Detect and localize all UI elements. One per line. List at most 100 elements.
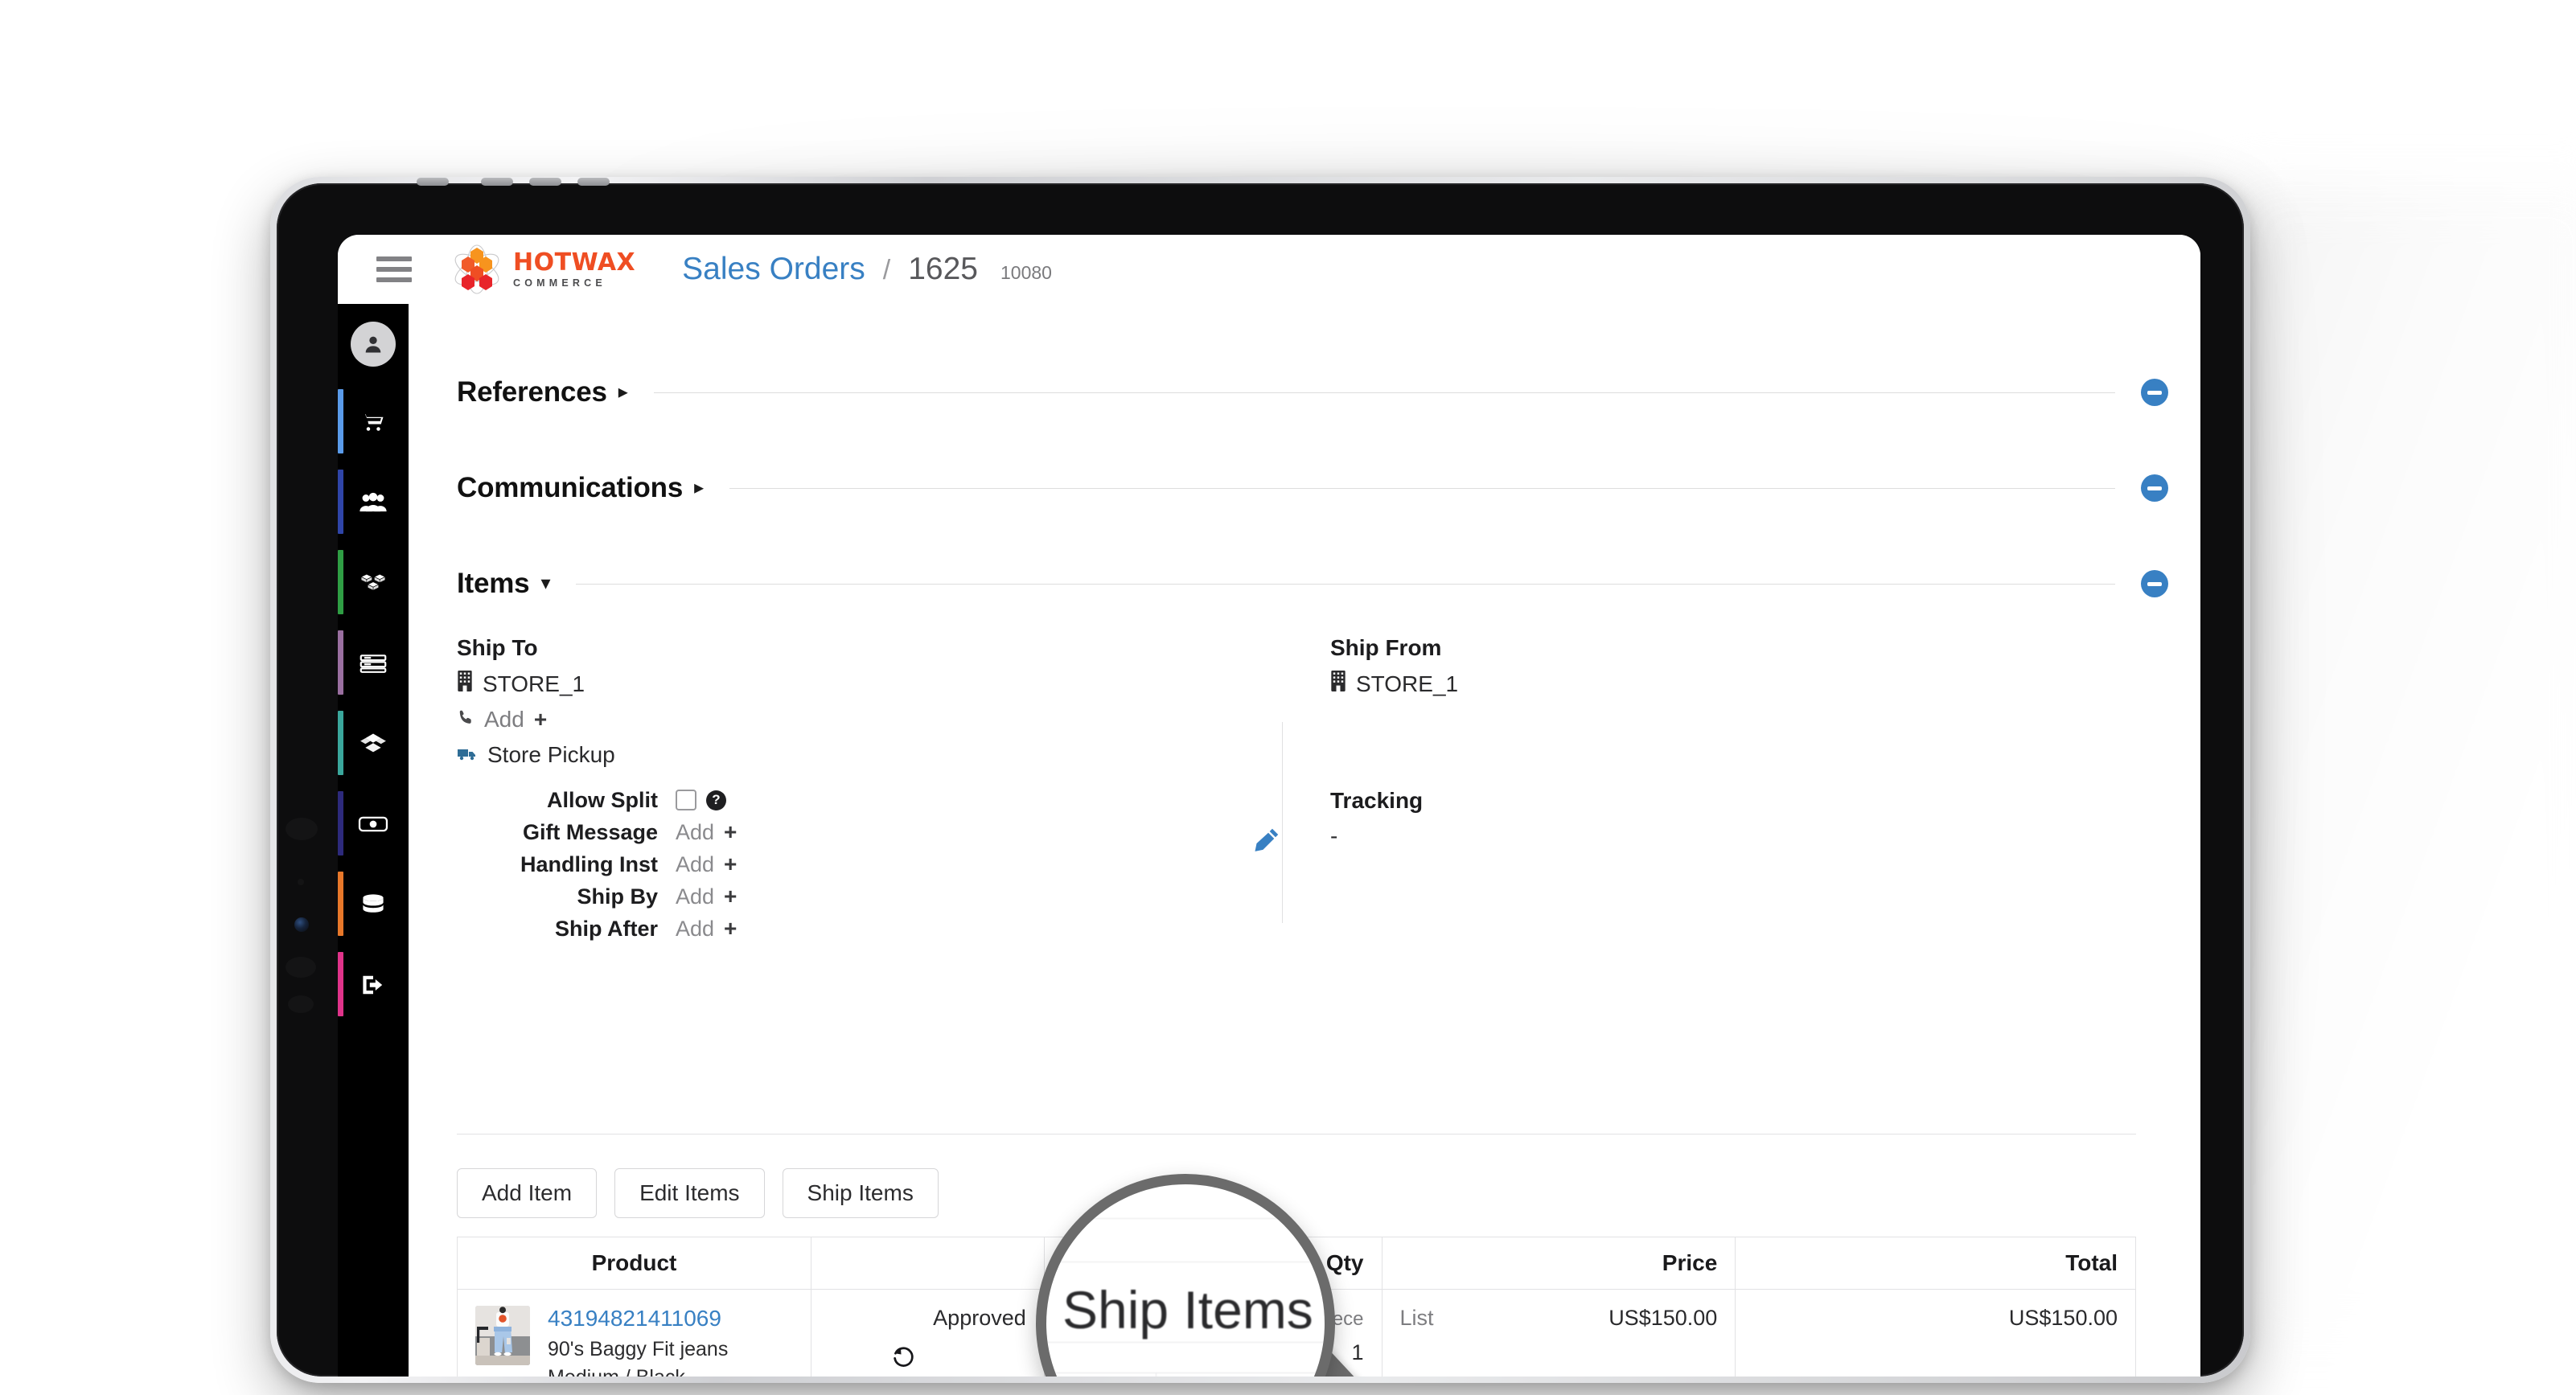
field-handling-inst: Handling Inst Add + (457, 848, 1229, 880)
device-top-button-1 (417, 178, 449, 186)
history-revert-icon[interactable] (891, 1345, 915, 1373)
field-label-ship-after: Ship After (555, 916, 658, 941)
ship-after-add-label[interactable]: Add (676, 917, 714, 942)
column-header-total: Total (1735, 1237, 2136, 1290)
sidebar-item-orders[interactable] (338, 381, 409, 462)
truck-icon (457, 742, 478, 768)
ship-to-fields: Allow Split ? Gift Message Add + Handlin… (457, 784, 1229, 945)
section-communications[interactable]: Communications ▸ (457, 472, 2168, 504)
section-title-communications: Communications (457, 472, 684, 503)
allow-split-checkbox[interactable] (676, 790, 696, 810)
brand-name: HOTWAX (513, 248, 636, 277)
handling-inst-add-label[interactable]: Add (676, 852, 714, 877)
device-mic-dot-1 (286, 957, 316, 978)
ship-to-shipment-method-row[interactable]: Store Pickup (457, 742, 1229, 768)
sidebar-item-customers[interactable] (338, 462, 409, 542)
section-rule-items (576, 583, 2115, 585)
minus-circle-icon-references[interactable] (2141, 379, 2168, 406)
ship-items-button[interactable]: Ship Items (782, 1168, 939, 1218)
field-label-ship-by: Ship By (577, 884, 658, 909)
hamburger-icon[interactable] (376, 256, 412, 282)
cell-price: List US$150.00 (1381, 1289, 1736, 1377)
boxes-icon (357, 569, 389, 597)
device-mic-dot-2 (288, 995, 314, 1013)
plus-icon-gift-message[interactable]: + (724, 819, 737, 845)
plus-icon-ship-after[interactable]: + (724, 916, 737, 942)
section-rule-references (653, 392, 2115, 393)
qty-value: 1 (1295, 1306, 1308, 1330)
ship-by-add-label[interactable]: Add (676, 884, 714, 909)
database-icon (357, 891, 389, 918)
user-avatar-icon[interactable] (351, 322, 396, 367)
ship-to-panel: Ship To STORE_1 Add + Store Pickup Allow… (457, 635, 1229, 945)
app-header: HOTWAX COMMERCE Sales Orders / 1625 1008… (338, 235, 2200, 305)
field-label-gift-message: Gift Message (522, 819, 658, 844)
sidebar-item-fulfillment[interactable] (338, 703, 409, 783)
building-icon (457, 671, 473, 697)
sidebar-item-logout[interactable] (338, 944, 409, 1024)
items-table: Product Qty Price Total 43194821411069 9… (457, 1237, 2136, 1377)
product-sku-link[interactable]: 43194821411069 (548, 1306, 728, 1331)
field-label-handling-inst: Handling Inst (520, 851, 658, 876)
ship-to-phone-add-label[interactable]: Add (484, 707, 524, 732)
device-sensor-dot (298, 879, 304, 885)
sidebar-item-inventory[interactable] (338, 622, 409, 703)
section-title-references: References (457, 376, 607, 408)
item-action-bar: Add Item Edit Items Ship Items (457, 1168, 939, 1218)
price-value: US$150.00 (1608, 1306, 1718, 1330)
gift-message-add-label[interactable]: Add (676, 820, 714, 845)
edit-items-button[interactable]: Edit Items (614, 1168, 765, 1218)
brand-logo[interactable]: HOTWAX COMMERCE (450, 243, 635, 296)
reserved-label: Reserved (1062, 1340, 1156, 1364)
ship-to-facility-row: STORE_1 (457, 671, 1229, 697)
building-icon (1330, 671, 1346, 697)
field-gift-message: Gift Message Add + (457, 816, 1229, 848)
qty-uom: Piece (1315, 1308, 1364, 1330)
ship-to-title: Ship To (457, 635, 538, 660)
sidebar-item-products[interactable] (338, 542, 409, 622)
sidebar-item-payments[interactable] (338, 783, 409, 864)
ship-from-facility-value: STORE_1 (1356, 671, 1459, 696)
pencil-edit-icon[interactable] (1253, 827, 1280, 858)
plus-icon-phone[interactable]: + (534, 707, 547, 732)
device-speaker-dot (286, 818, 318, 840)
minus-circle-icon-items[interactable] (2141, 570, 2168, 597)
sidebar-accent-data (338, 872, 343, 936)
server-stack-icon (357, 650, 389, 677)
breadcrumb-separator: / (882, 255, 891, 285)
screenshot-root: HOTWAX COMMERCE Sales Orders / 1625 1008… (0, 0, 2576, 1395)
plus-icon-handling-inst[interactable]: + (724, 851, 737, 877)
hotwax-logo-icon (450, 243, 503, 296)
price-type-label: List (1399, 1306, 1434, 1330)
banknote-icon (357, 810, 389, 838)
shopping-cart-icon (357, 408, 389, 436)
cell-total: US$150.00 (1735, 1289, 2136, 1377)
device-top-button-3 (529, 178, 561, 186)
breadcrumb-sales-orders[interactable]: Sales Orders (682, 252, 865, 287)
minus-circle-icon-communications[interactable] (2141, 474, 2168, 502)
chevron-down-icon-items[interactable]: ▾ (540, 574, 550, 593)
chevron-right-icon-communications[interactable]: ▸ (694, 478, 704, 498)
sidebar-accent-orders (338, 389, 343, 453)
product-name: 90's Baggy Fit jeans (548, 1338, 729, 1360)
cell-product: 43194821411069 90's Baggy Fit jeans Medi… (457, 1289, 811, 1377)
table-row: 43194821411069 90's Baggy Fit jeans Medi… (457, 1289, 2136, 1377)
chevron-right-icon-references[interactable]: ▸ (618, 383, 628, 402)
section-title-items: Items (457, 568, 530, 599)
status-badge: Approved (933, 1306, 1026, 1330)
sidebar-accent-logout (338, 952, 343, 1016)
device-screen: HOTWAX COMMERCE Sales Orders / 1625 1008… (338, 235, 2200, 1377)
ship-to-phone-row[interactable]: Add + (457, 707, 1229, 732)
add-item-button[interactable]: Add Item (457, 1168, 598, 1218)
section-items[interactable]: Items ▾ (457, 568, 2168, 600)
section-references[interactable]: References ▸ (457, 376, 2168, 408)
question-mark-icon[interactable]: ? (706, 790, 726, 810)
plus-icon-ship-by[interactable]: + (724, 884, 737, 909)
column-header-price: Price (1381, 1237, 1736, 1290)
ship-from-panel: Ship From STORE_1 (1330, 635, 2054, 707)
column-header-product: Product (457, 1237, 811, 1290)
sidebar-item-data[interactable] (338, 864, 409, 944)
sidebar-accent-inventory (338, 630, 343, 695)
tracking-panel: Tracking - (1330, 788, 2054, 859)
field-ship-by: Ship By Add + (457, 880, 1229, 913)
